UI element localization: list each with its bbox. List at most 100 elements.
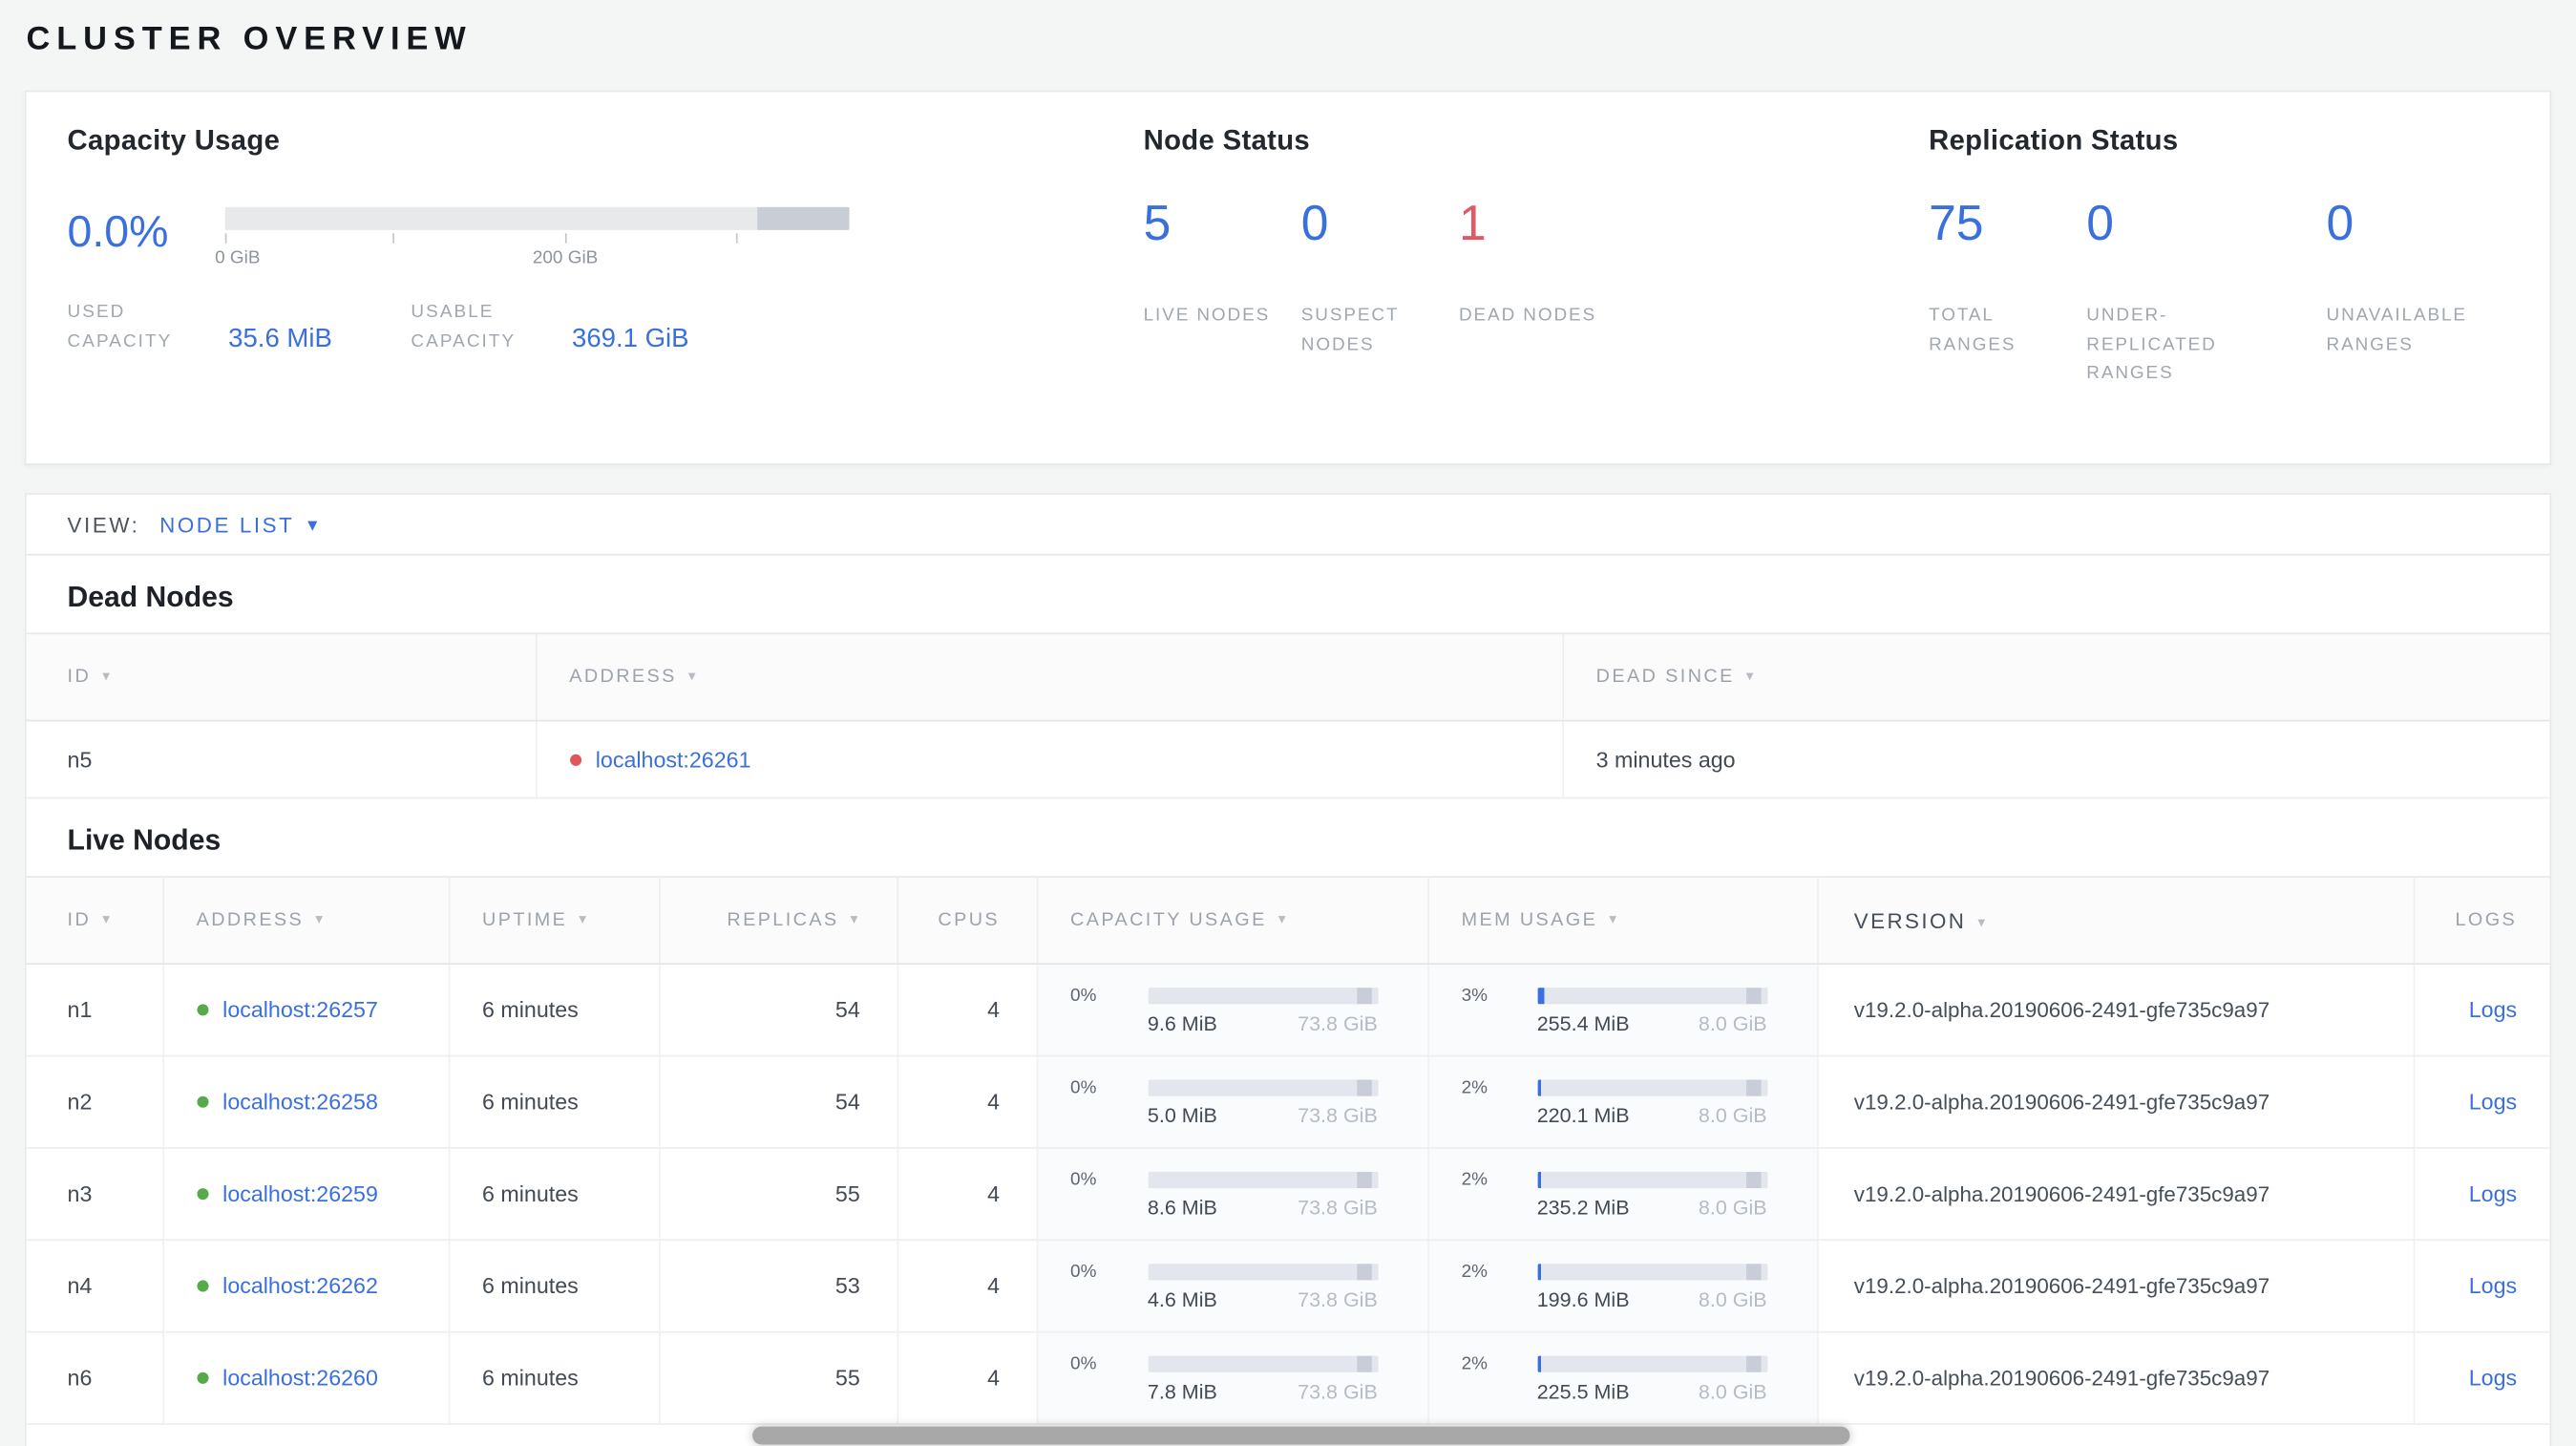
node-address-link[interactable]: localhost:26259 xyxy=(222,1181,378,1206)
node-address-cell: localhost:26259 xyxy=(162,1147,450,1242)
node-id: n2 xyxy=(26,1055,164,1149)
dead-node-address-cell: localhost:26261 xyxy=(535,720,1564,799)
node-id: n3 xyxy=(26,1147,164,1242)
live-node-row: n6 localhost:26260 6 minutes 55 4 0% 7.8… xyxy=(26,1331,2550,1425)
dead-col-dead-since-label: DEAD SINCE xyxy=(1595,667,1735,688)
node-address-link[interactable]: localhost:26260 xyxy=(222,1366,378,1391)
node-logs-cell: Logs xyxy=(2413,1331,2550,1425)
bar-segment xyxy=(1745,1170,1761,1188)
dead-col-dead-since[interactable]: DEAD SINCE ▾ xyxy=(1562,632,2550,722)
view-label: VIEW: xyxy=(67,511,140,537)
node-version: v19.2.0-alpha.20190606-2491-gfe735c9a97 xyxy=(1817,1240,2415,1333)
live-node-row: n3 localhost:26259 6 minutes 55 4 0% 8.6… xyxy=(26,1147,2550,1242)
bar-segment xyxy=(1745,1078,1761,1095)
node-mem-usage-cell: 2% 220.1 MiB 8.0 GiB xyxy=(1427,1055,1818,1149)
horizontal-scrollbar[interactable] xyxy=(752,1426,1850,1445)
sort-down-icon: ▾ xyxy=(315,910,326,927)
mem-percent: 3% xyxy=(1461,985,1488,1006)
bar-segment xyxy=(1745,1263,1761,1280)
mem-percent: 2% xyxy=(1461,1352,1488,1373)
live-col-cpus-label: CPUS xyxy=(938,910,1001,930)
view-dropdown[interactable]: NODE LIST ▾ xyxy=(159,512,317,537)
sort-down-icon: ▾ xyxy=(102,667,113,684)
logs-link[interactable]: Logs xyxy=(2469,997,2517,1022)
live-col-capacity-usage-label: CAPACITY USAGE xyxy=(1070,910,1267,930)
node-uptime: 6 minutes xyxy=(448,964,660,1057)
bar-segment xyxy=(1356,1170,1371,1188)
node-version: v19.2.0-alpha.20190606-2491-gfe735c9a97 xyxy=(1817,1331,2415,1425)
dead-nodes-label: DEAD NODES xyxy=(1458,306,1597,326)
live-col-address[interactable]: ADDRESS ▾ xyxy=(162,876,450,966)
view-selector-bar: VIEW: NODE LIST ▾ xyxy=(26,495,2550,556)
under-replicated-ranges-label: UNDER-REPLICATED RANGES xyxy=(2086,306,2217,384)
node-logs-cell: Logs xyxy=(2413,1147,2550,1242)
dead-col-id[interactable]: ID ▾ xyxy=(26,632,537,722)
dead-node-address-link[interactable]: localhost:26261 xyxy=(596,747,751,772)
capacity-bar-segment xyxy=(757,206,850,230)
dead-nodes-table: ID ▾ ADDRESS ▾ DEAD SINCE ▾ n5 localhost:26… xyxy=(26,632,2550,799)
live-status-dot-icon xyxy=(196,1004,208,1016)
under-replicated-ranges-stat: 0 UNDER-REPLICATED RANGES xyxy=(2086,197,2326,390)
node-mem-usage-cell: 2% 235.2 MiB 8.0 GiB xyxy=(1427,1147,1818,1242)
live-col-mem-usage[interactable]: MEM USAGE ▾ xyxy=(1427,876,1818,966)
mem-total: 8.0 GiB xyxy=(1698,1011,1767,1035)
dead-col-address[interactable]: ADDRESS ▾ xyxy=(535,632,1564,722)
mem-total: 8.0 GiB xyxy=(1698,1379,1767,1403)
logs-link[interactable]: Logs xyxy=(2469,1090,2517,1115)
mem-percent: 2% xyxy=(1461,1261,1488,1282)
live-nodes-header-row: ID ▾ ADDRESS ▾ UPTIME ▾ REPLICAS ▾ CPUS CAPA… xyxy=(26,876,2550,966)
node-address-cell: localhost:26262 xyxy=(162,1240,450,1333)
dead-node-dead-since: 3 minutes ago xyxy=(1562,720,2550,799)
mem-mini-bar xyxy=(1536,1263,1767,1280)
suspect-nodes-count: 0 xyxy=(1300,197,1329,252)
live-col-replicas[interactable]: REPLICAS ▾ xyxy=(659,876,898,966)
node-logs-cell: Logs xyxy=(2413,1240,2550,1333)
logs-link[interactable]: Logs xyxy=(2469,1181,2517,1206)
mem-total: 8.0 GiB xyxy=(1698,1103,1767,1127)
logs-link[interactable]: Logs xyxy=(2469,1366,2517,1391)
node-logs-cell: Logs xyxy=(2413,1055,2550,1149)
live-col-version[interactable]: VERSION ▾ xyxy=(1817,876,2415,966)
mem-mini-bar xyxy=(1536,1354,1767,1372)
live-col-capacity-usage[interactable]: CAPACITY USAGE ▾ xyxy=(1036,876,1429,966)
axis-tick xyxy=(565,233,567,244)
node-cpus: 4 xyxy=(897,1240,1038,1333)
under-replicated-ranges-count: 0 xyxy=(2086,197,2115,252)
node-address-link[interactable]: localhost:26257 xyxy=(222,997,378,1022)
usable-capacity-label: USABLE CAPACITY xyxy=(411,302,517,351)
node-address-link[interactable]: localhost:26262 xyxy=(222,1274,378,1299)
capacity-bar xyxy=(224,206,850,230)
live-status-dot-icon xyxy=(196,1280,208,1292)
live-col-id[interactable]: ID ▾ xyxy=(26,876,164,966)
live-col-uptime[interactable]: UPTIME ▾ xyxy=(448,876,660,966)
logs-link[interactable]: Logs xyxy=(2469,1274,2517,1299)
suspect-nodes-label: SUSPECT NODES xyxy=(1300,306,1400,354)
live-status-dot-icon xyxy=(196,1372,208,1384)
node-address-link[interactable]: localhost:26258 xyxy=(222,1090,378,1115)
live-col-logs-label: LOGS xyxy=(2455,910,2518,930)
live-status-dot-icon xyxy=(196,1095,208,1108)
mem-total: 8.0 GiB xyxy=(1698,1195,1767,1219)
node-status-section: Node Status 5 LIVE NODES 0 SUSPECT NODES… xyxy=(1144,125,1929,463)
dead-node-id: n5 xyxy=(26,720,537,799)
dead-nodes-header-row: ID ▾ ADDRESS ▾ DEAD SINCE ▾ xyxy=(26,632,2550,722)
mem-used: 199.6 MiB xyxy=(1536,1287,1630,1311)
node-uptime: 6 minutes xyxy=(448,1240,660,1333)
dead-col-id-label: ID xyxy=(67,667,92,688)
capacity-total: 73.8 GiB xyxy=(1298,1103,1378,1127)
capacity-total: 73.8 GiB xyxy=(1298,1011,1378,1035)
capacity-used-percent: 0.0% xyxy=(67,206,169,257)
used-capacity-value: 35.6 MiB xyxy=(228,326,332,354)
usable-capacity-stat: USABLE CAPACITY 369.1 GiB xyxy=(411,299,688,357)
live-node-row: n2 localhost:26258 6 minutes 54 4 0% 5.0… xyxy=(26,1055,2550,1149)
bar-segment xyxy=(1356,1078,1371,1095)
mem-mini-bar xyxy=(1536,1078,1767,1095)
node-cpus: 4 xyxy=(897,1055,1038,1149)
node-version: v19.2.0-alpha.20190606-2491-gfe735c9a97 xyxy=(1817,964,2415,1057)
mem-total: 8.0 GiB xyxy=(1698,1287,1767,1311)
axis-label-zero: 0 GiB xyxy=(215,247,261,268)
capacity-used: 8.6 MiB xyxy=(1147,1195,1217,1219)
live-node-row: n4 localhost:26262 6 minutes 53 4 0% 4.6… xyxy=(26,1240,2550,1333)
live-nodes-stat: 5 LIVE NODES xyxy=(1144,200,1301,360)
node-capacity-usage-cell: 0% 4.6 MiB 73.8 GiB xyxy=(1036,1240,1429,1333)
